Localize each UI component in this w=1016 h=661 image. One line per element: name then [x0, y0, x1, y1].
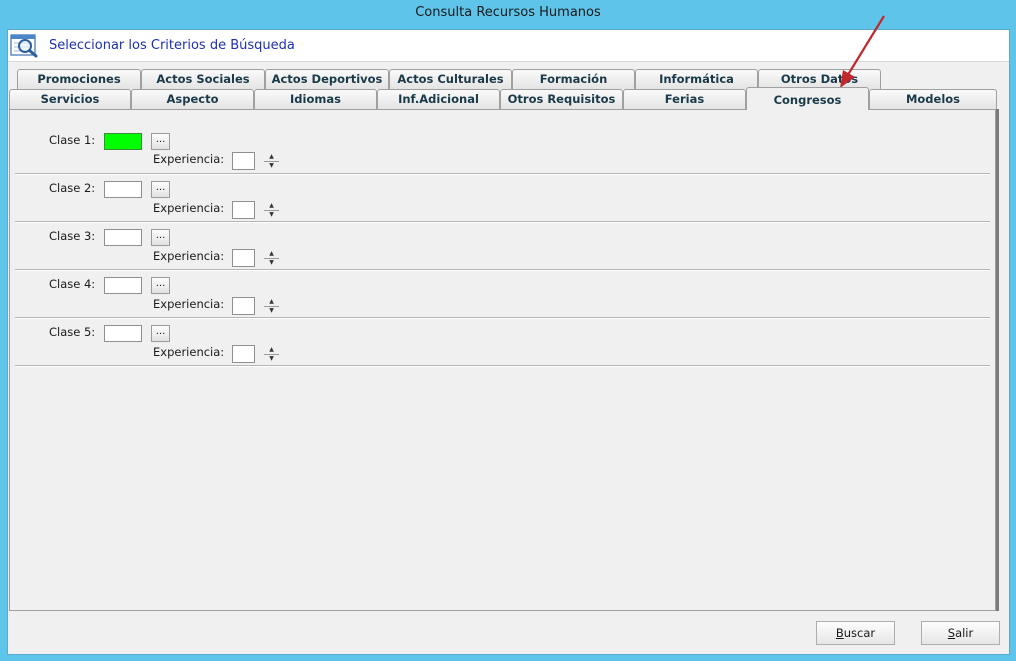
- experiencia-4-field[interactable]: [232, 297, 255, 315]
- salir-label: Salir: [947, 626, 974, 640]
- clase-4-label: Clase 4:: [49, 277, 96, 291]
- clase-4-lookup-button[interactable]: ...: [151, 277, 170, 294]
- tab-modelos[interactable]: Modelos: [869, 89, 997, 109]
- experiencia-5-spinner[interactable]: ▲ ▼: [264, 345, 279, 363]
- experiencia-2-field[interactable]: [232, 201, 255, 219]
- tab-actos-culturales[interactable]: Actos Culturales: [389, 69, 512, 89]
- row-separator: [15, 173, 990, 175]
- clase-1-lookup-button[interactable]: ...: [151, 133, 170, 150]
- tab-inf-adicional[interactable]: Inf.Adicional: [377, 89, 500, 109]
- clase-3-lookup-button[interactable]: ...: [151, 229, 170, 246]
- tab-promociones[interactable]: Promociones: [17, 69, 141, 89]
- clase-5-label: Clase 5:: [49, 325, 96, 339]
- spinner-down-icon[interactable]: ▼: [264, 354, 279, 363]
- spinner-down-icon[interactable]: ▼: [264, 210, 279, 219]
- clase-3-label: Clase 3:: [49, 229, 96, 243]
- experiencia-4-spinner[interactable]: ▲ ▼: [264, 297, 279, 315]
- tab-otros-requisitos[interactable]: Otros Requisitos: [500, 89, 623, 109]
- row-separator: [15, 365, 990, 367]
- clase-2-label: Clase 2:: [49, 181, 96, 195]
- criteria-title: Seleccionar los Criterios de Búsqueda: [49, 38, 295, 53]
- clase-3-field[interactable]: [104, 229, 142, 246]
- spinner-down-icon[interactable]: ▼: [264, 258, 279, 267]
- experiencia-1-field[interactable]: [232, 152, 255, 170]
- spinner-down-icon[interactable]: ▼: [264, 161, 279, 170]
- clase-4-field[interactable]: [104, 277, 142, 294]
- clase-1-label: Clase 1:: [49, 133, 96, 147]
- buscar-label: Buscar: [835, 626, 876, 640]
- window-title: Consulta Recursos Humanos: [415, 5, 601, 20]
- row-separator: [15, 221, 990, 223]
- criteria-header: Seleccionar los Criterios de Búsqueda: [8, 30, 1009, 62]
- experiencia-5-label: Experiencia:: [153, 345, 225, 359]
- main-window: Seleccionar los Criterios de Búsqueda Pr…: [7, 29, 1010, 655]
- tab-actos-deportivos[interactable]: Actos Deportivos: [265, 69, 389, 89]
- experiencia-5-field[interactable]: [232, 345, 255, 363]
- buscar-button[interactable]: Buscar: [816, 621, 895, 645]
- tab-informatica[interactable]: Informática: [635, 69, 758, 89]
- experiencia-4-label: Experiencia:: [153, 297, 225, 311]
- row-separator: [15, 269, 990, 271]
- clase-5-lookup-button[interactable]: ...: [151, 325, 170, 342]
- tab-servicios[interactable]: Servicios: [9, 89, 131, 109]
- experiencia-3-field[interactable]: [232, 249, 255, 267]
- panel-shadow: [996, 109, 999, 611]
- experiencia-3-spinner[interactable]: ▲ ▼: [264, 249, 279, 267]
- tab-formacion[interactable]: Formación: [512, 69, 635, 89]
- clase-5-field[interactable]: [104, 325, 142, 342]
- tab-aspecto[interactable]: Aspecto: [131, 89, 254, 109]
- clase-2-lookup-button[interactable]: ...: [151, 181, 170, 198]
- spinner-down-icon[interactable]: ▼: [264, 306, 279, 315]
- title-bar: Consulta Recursos Humanos: [0, 0, 1016, 28]
- experiencia-1-spinner[interactable]: ▲ ▼: [264, 152, 279, 170]
- experiencia-2-spinner[interactable]: ▲ ▼: [264, 201, 279, 219]
- experiencia-2-label: Experiencia:: [153, 201, 225, 215]
- tab-ferias[interactable]: Ferias: [623, 89, 746, 109]
- experiencia-3-label: Experiencia:: [153, 249, 225, 263]
- search-document-icon: [10, 34, 38, 58]
- tab-idiomas[interactable]: Idiomas: [254, 89, 377, 109]
- clase-2-field[interactable]: [104, 181, 142, 198]
- tab-congresos[interactable]: Congresos: [746, 87, 869, 110]
- clase-1-field[interactable]: [104, 133, 142, 150]
- tab-otros-datos[interactable]: Otros Datos: [758, 69, 881, 89]
- experiencia-1-label: Experiencia:: [153, 152, 225, 166]
- salir-button[interactable]: Salir: [921, 621, 1000, 645]
- tab-actos-sociales[interactable]: Actos Sociales: [141, 69, 265, 89]
- row-separator: [15, 317, 990, 319]
